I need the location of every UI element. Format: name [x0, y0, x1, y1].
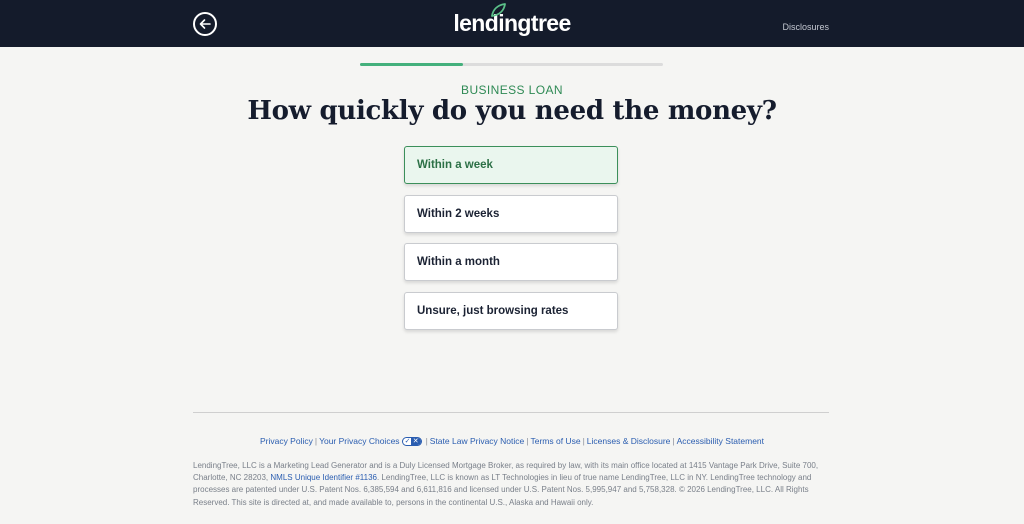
progress-bar [360, 63, 663, 66]
link-separator: | [425, 436, 428, 446]
option-within-a-week[interactable]: Within a week [404, 146, 618, 184]
progress-bar-fill [360, 63, 464, 66]
option-label: Unsure, just browsing rates [417, 304, 569, 317]
footer-links: Privacy Policy | Your Privacy Choices ✓ ✕ | St… [0, 436, 1024, 447]
link-separator: | [526, 436, 529, 446]
privacy-policy-link[interactable]: Privacy Policy [260, 436, 313, 446]
privacy-choices-link[interactable]: Your Privacy Choices ✓ ✕ [319, 436, 423, 447]
option-within-a-month[interactable]: Within a month [404, 243, 618, 281]
lendingtree-logo[interactable]: lendingtree [0, 2, 1024, 40]
option-label: Within a week [417, 159, 493, 171]
licenses-disclosure-link[interactable]: Licenses & Disclosure [587, 436, 671, 446]
accessibility-statement-link[interactable]: Accessibility Statement [677, 436, 764, 446]
privacy-choices-label: Your Privacy Choices [319, 436, 400, 446]
option-label: Within a month [417, 256, 500, 268]
disclosures-link[interactable]: Disclosures [782, 22, 829, 32]
answer-options: Within a week Within 2 weeks Within a mo… [404, 146, 618, 340]
leaf-icon [491, 2, 507, 17]
option-within-2-weeks[interactable]: Within 2 weeks [404, 194, 618, 233]
brand-wordmark: lendingtree [453, 9, 571, 36]
link-separator: | [314, 436, 318, 446]
state-law-privacy-link[interactable]: State Law Privacy Notice [430, 436, 524, 446]
option-unsure-browsing[interactable]: Unsure, just browsing rates [404, 291, 618, 330]
option-label: Within 2 weeks [417, 207, 500, 220]
footer-divider [193, 412, 829, 413]
link-separator: | [582, 436, 585, 446]
privacy-options-toggle-icon: ✓ ✕ [401, 437, 422, 447]
page-question: How quickly do you need the money? [247, 96, 777, 126]
legal-disclaimer: LendingTree, LLC is a Marketing Lead Gen… [193, 460, 829, 509]
top-navigation-bar: lendingtree Disclosures [0, 0, 1024, 47]
terms-of-use-link[interactable]: Terms of Use [530, 436, 580, 446]
nmls-identifier-link[interactable]: NMLS Unique Identifier #1136 [270, 473, 377, 482]
link-separator: | [672, 436, 675, 446]
section-eyebrow: BUSINESS LOAN [461, 83, 563, 97]
